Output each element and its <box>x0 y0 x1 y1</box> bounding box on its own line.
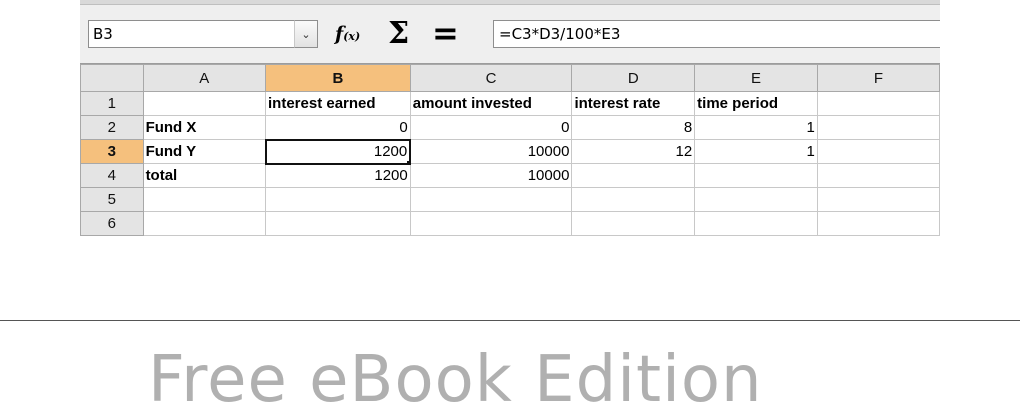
function-wizard-icon[interactable]: f(x) <box>335 23 360 45</box>
table-row: 1 interest earned amount invested intere… <box>80 91 940 116</box>
sheet-grid: A B C D E F 1 interest earned amount inv… <box>80 63 940 250</box>
table-row: 2 Fund X 0 0 8 1 <box>80 115 940 140</box>
formula-bar: B3 ⌄ f(x) Σ = =C3*D3/100*E3 <box>80 5 940 63</box>
table-row: 3 Fund Y 1200 10000 12 1 <box>80 138 940 165</box>
cell-f6[interactable] <box>816 211 940 236</box>
row-header-2[interactable]: 2 <box>80 115 144 140</box>
active-cell-b3[interactable]: 1200 <box>264 138 412 165</box>
cell-c3[interactable]: 10000 <box>409 139 573 164</box>
chevron-down-icon[interactable]: ⌄ <box>294 20 318 48</box>
row-header-5[interactable]: 5 <box>80 187 144 212</box>
cell-f1[interactable] <box>816 91 940 116</box>
equals-icon[interactable]: = <box>432 14 459 52</box>
column-header-f[interactable]: F <box>816 64 940 92</box>
cell-d2[interactable]: 8 <box>571 115 696 140</box>
formula-input[interactable]: =C3*D3/100*E3 <box>493 20 940 48</box>
cell-d3[interactable]: 12 <box>571 139 696 164</box>
cell-b1[interactable]: interest earned <box>265 91 411 116</box>
cell-a2[interactable]: Fund X <box>142 115 267 140</box>
select-all-corner[interactable] <box>80 64 144 92</box>
cell-c2[interactable]: 0 <box>409 115 573 140</box>
column-header-e[interactable]: E <box>694 64 818 92</box>
table-row: 6 <box>80 211 940 236</box>
spreadsheet-window: B3 ⌄ f(x) Σ = =C3*D3/100*E3 A B C D E F <box>80 0 940 250</box>
cell-d4[interactable] <box>571 163 696 188</box>
cell-d6[interactable] <box>571 211 696 236</box>
cell-d5[interactable] <box>571 187 696 212</box>
cell-b5[interactable] <box>265 187 411 212</box>
cell-f2[interactable] <box>816 115 940 140</box>
row-header-6[interactable]: 6 <box>80 211 144 236</box>
table-row: 4 total 1200 10000 <box>80 163 940 188</box>
cell-e5[interactable] <box>694 187 818 212</box>
column-header-row: A B C D E F <box>80 64 940 92</box>
cell-b4[interactable]: 1200 <box>265 163 411 188</box>
cell-c1[interactable]: amount invested <box>409 91 573 116</box>
column-header-c[interactable]: C <box>409 64 573 92</box>
column-header-d[interactable]: D <box>571 64 696 92</box>
row-header-3[interactable]: 3 <box>80 139 144 164</box>
row-header-4[interactable]: 4 <box>80 163 144 188</box>
cell-b6[interactable] <box>265 211 411 236</box>
cell-e3[interactable]: 1 <box>694 139 818 164</box>
column-header-b[interactable]: B <box>265 64 411 92</box>
cell-e2[interactable]: 1 <box>694 115 818 140</box>
cell-b3-value: 1200 <box>373 143 408 160</box>
cell-e6[interactable] <box>694 211 818 236</box>
column-header-a[interactable]: A <box>142 64 267 92</box>
cell-a5[interactable] <box>142 187 267 212</box>
cell-f3[interactable] <box>816 139 940 164</box>
sum-icon[interactable]: Σ <box>388 16 409 51</box>
row-header-1[interactable]: 1 <box>80 91 144 116</box>
fill-handle[interactable] <box>407 160 409 162</box>
cell-c4[interactable]: 10000 <box>409 163 573 188</box>
cell-d1[interactable]: interest rate <box>571 91 696 116</box>
cell-b2[interactable]: 0 <box>265 115 411 140</box>
cell-a1[interactable] <box>142 91 267 116</box>
cell-e4[interactable] <box>694 163 818 188</box>
cell-a6[interactable] <box>142 211 267 236</box>
cell-a3[interactable]: Fund Y <box>142 139 267 164</box>
cell-f5[interactable] <box>816 187 940 212</box>
name-box[interactable]: B3 <box>88 20 295 48</box>
table-row: 5 <box>80 187 940 212</box>
cell-table: A B C D E F 1 interest earned amount inv… <box>80 64 940 236</box>
cell-f4[interactable] <box>816 163 940 188</box>
cell-c6[interactable] <box>409 211 573 236</box>
cell-e1[interactable]: time period <box>694 91 818 116</box>
page-divider <box>0 320 1020 321</box>
cell-c5[interactable] <box>409 187 573 212</box>
cell-a4[interactable]: total <box>142 163 267 188</box>
watermark-text: Free eBook Edition <box>148 343 763 417</box>
